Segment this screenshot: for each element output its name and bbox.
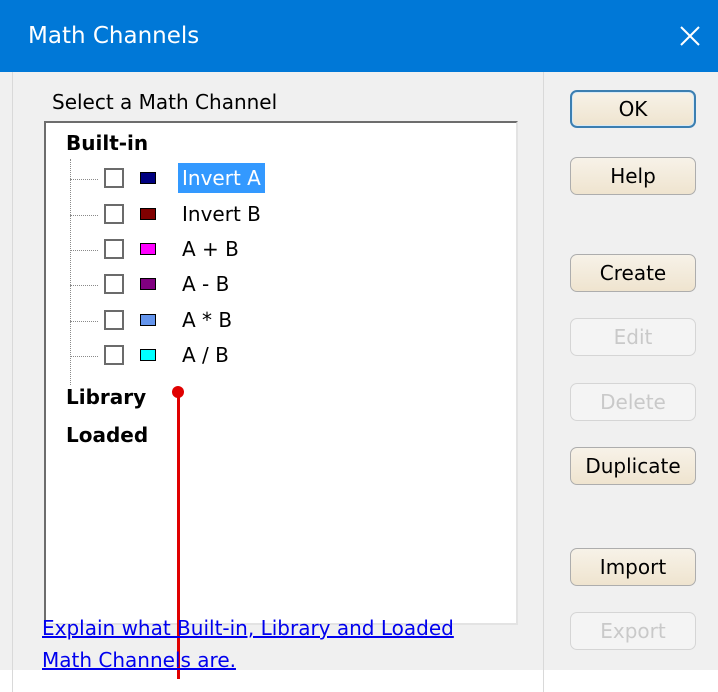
edit-button[interactable]: Edit — [570, 318, 696, 356]
duplicate-button[interactable]: Duplicate — [570, 447, 696, 485]
group-caption: Select a Math Channel — [52, 90, 278, 114]
color-swatch — [140, 314, 156, 326]
tree-item-invert-b[interactable]: Invert B — [70, 199, 500, 229]
tree-branch-line — [70, 285, 98, 286]
delete-button[interactable]: Delete — [570, 383, 696, 421]
import-button[interactable]: Import — [570, 548, 696, 586]
checkbox[interactable] — [104, 168, 124, 188]
tree-item-label[interactable]: A - B — [178, 269, 233, 299]
tree-node-builtin[interactable]: Built-in — [66, 131, 148, 155]
color-swatch — [140, 208, 156, 220]
tree-node-loaded[interactable]: Loaded — [66, 423, 148, 447]
checkbox[interactable] — [104, 274, 124, 294]
tree-item-label[interactable]: Invert A — [178, 163, 265, 193]
tree-branch-line — [70, 215, 98, 216]
window-title: Math Channels — [28, 23, 200, 49]
math-channel-tree[interactable]: Built-in Invert A Invert B A + B A - B A… — [44, 121, 518, 625]
color-swatch — [140, 278, 156, 290]
create-button[interactable]: Create — [570, 254, 696, 292]
close-icon — [680, 26, 700, 46]
tree-item-a-plus-b[interactable]: A + B — [70, 234, 500, 264]
tree-item-label[interactable]: A / B — [178, 340, 233, 370]
help-button[interactable]: Help — [570, 157, 696, 195]
tree-item-invert-a[interactable]: Invert A — [70, 163, 500, 193]
annotation-arrowhead — [172, 386, 184, 398]
tree-node-library[interactable]: Library — [66, 385, 146, 409]
export-button[interactable]: Export — [570, 612, 696, 650]
checkbox[interactable] — [104, 345, 124, 365]
color-swatch — [140, 349, 156, 361]
tree-branch-line — [70, 250, 98, 251]
tree-item-label[interactable]: A + B — [178, 234, 243, 264]
checkbox[interactable] — [104, 204, 124, 224]
tree-branch-line — [70, 321, 98, 322]
tree-item-a-minus-b[interactable]: A - B — [70, 269, 500, 299]
dialog-body: Select a Math Channel Built-in Invert A … — [0, 72, 718, 692]
tree-item-label[interactable]: Invert B — [178, 199, 265, 229]
color-swatch — [140, 243, 156, 255]
checkbox[interactable] — [104, 239, 124, 259]
explain-link[interactable]: Explain what Built-in, Library and Loade… — [42, 612, 502, 676]
ok-button[interactable]: OK — [570, 90, 696, 128]
tree-branch-line — [70, 356, 98, 357]
title-bar: Math Channels — [0, 0, 718, 72]
checkbox[interactable] — [104, 310, 124, 330]
close-button[interactable] — [670, 16, 710, 56]
tree-item-a-times-b[interactable]: A * B — [70, 305, 500, 335]
tree-item-label[interactable]: A * B — [178, 305, 236, 335]
color-swatch — [140, 172, 156, 184]
tree-branch-line — [70, 179, 98, 180]
tree-item-a-div-b[interactable]: A / B — [70, 340, 500, 370]
